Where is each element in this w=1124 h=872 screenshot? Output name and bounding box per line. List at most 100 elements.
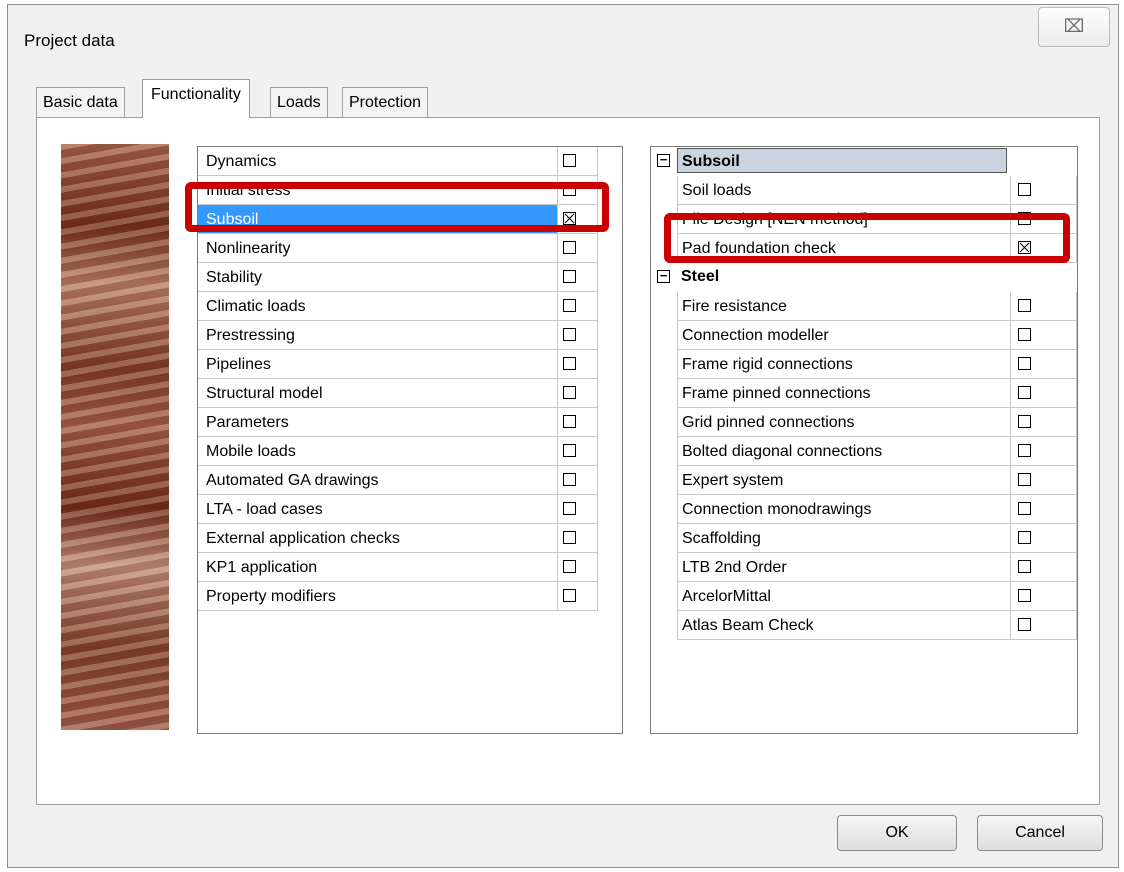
checkbox-cell — [1011, 292, 1077, 321]
unchecked-box-icon[interactable] — [1018, 473, 1031, 486]
list-item-structural-model[interactable]: Structural model — [198, 379, 622, 408]
tree-group-title: Subsoil — [677, 148, 1007, 173]
unchecked-box-icon[interactable] — [563, 154, 576, 167]
tree-group-subsoil[interactable]: − Subsoil — [651, 147, 1077, 176]
checkbox-cell — [558, 408, 598, 437]
unchecked-box-icon[interactable] — [1018, 357, 1031, 370]
close-icon: ⌧ — [1063, 16, 1085, 36]
tree-item-arcelormittal[interactable]: ArcelorMittal — [651, 582, 1077, 611]
tab-loads[interactable]: Loads — [270, 87, 328, 117]
checkbox-cell — [558, 379, 598, 408]
tree-group-steel[interactable]: − Steel — [651, 263, 1077, 292]
list-item-label: Property modifiers — [198, 582, 558, 611]
list-item-label: Stability — [198, 263, 558, 292]
unchecked-box-icon[interactable] — [1018, 560, 1031, 573]
checkbox-cell — [1011, 437, 1077, 466]
list-item-prestressing[interactable]: Prestressing — [198, 321, 622, 350]
highlight-pad-foundation — [664, 213, 1070, 263]
unchecked-box-icon[interactable] — [1018, 531, 1031, 544]
list-item-mobile-loads[interactable]: Mobile loads — [198, 437, 622, 466]
list-item-label: Automated GA drawings — [198, 466, 558, 495]
tree-item-label: Fire resistance — [677, 292, 1011, 321]
list-item-label: Dynamics — [198, 147, 558, 176]
checkbox-cell — [1011, 524, 1077, 553]
list-item-nonlinearity[interactable]: Nonlinearity — [198, 234, 622, 263]
checkbox-cell — [558, 234, 598, 263]
tree-item-connection-modeller[interactable]: Connection modeller — [651, 321, 1077, 350]
list-item-climatic-loads[interactable]: Climatic loads — [198, 292, 622, 321]
list-item-kp1-application[interactable]: KP1 application — [198, 553, 622, 582]
tree-item-grid-pinned-connections[interactable]: Grid pinned connections — [651, 408, 1077, 437]
cancel-button[interactable]: Cancel — [977, 815, 1103, 851]
unchecked-box-icon[interactable] — [1018, 618, 1031, 631]
unchecked-box-icon[interactable] — [563, 328, 576, 341]
tab-basic-data[interactable]: Basic data — [36, 87, 125, 117]
tree-item-ltb-2nd-order[interactable]: LTB 2nd Order — [651, 553, 1077, 582]
collapse-icon[interactable]: − — [657, 269, 670, 283]
unchecked-box-icon[interactable] — [563, 386, 576, 399]
unchecked-box-icon[interactable] — [563, 241, 576, 254]
tree-item-label: Expert system — [677, 466, 1011, 495]
list-item-label: Prestressing — [198, 321, 558, 350]
tree-item-fire-resistance[interactable]: Fire resistance — [651, 292, 1077, 321]
list-item-automated-ga-drawings[interactable]: Automated GA drawings — [198, 466, 622, 495]
tree-item-bolted-diagonal-connections[interactable]: Bolted diagonal connections — [651, 437, 1077, 466]
tab-functionality[interactable]: Functionality — [142, 79, 250, 118]
tree-item-label: Frame pinned connections — [677, 379, 1011, 408]
unchecked-box-icon[interactable] — [1018, 444, 1031, 457]
unchecked-box-icon[interactable] — [563, 473, 576, 486]
list-item-label: Nonlinearity — [198, 234, 558, 263]
unchecked-box-icon[interactable] — [563, 560, 576, 573]
ok-button[interactable]: OK — [837, 815, 957, 851]
list-item-external-application-checks[interactable]: External application checks — [198, 524, 622, 553]
list-item-pipelines[interactable]: Pipelines — [198, 350, 622, 379]
list-item-label: LTA - load cases — [198, 495, 558, 524]
unchecked-box-icon[interactable] — [563, 502, 576, 515]
highlight-subsoil — [185, 182, 609, 232]
list-item-label: Pipelines — [198, 350, 558, 379]
list-item-stability[interactable]: Stability — [198, 263, 622, 292]
tree-item-scaffolding[interactable]: Scaffolding — [651, 524, 1077, 553]
list-item-property-modifiers[interactable]: Property modifiers — [198, 582, 622, 611]
unchecked-box-icon[interactable] — [1018, 589, 1031, 602]
tree-item-label: Scaffolding — [677, 524, 1011, 553]
tree-item-soil-loads[interactable]: Soil loads — [651, 176, 1077, 205]
unchecked-box-icon[interactable] — [563, 589, 576, 602]
list-item-lta-load-cases[interactable]: LTA - load cases — [198, 495, 622, 524]
project-data-dialog: Project data ⌧ Basic data Functionality … — [7, 4, 1119, 868]
tree-item-frame-rigid-connections[interactable]: Frame rigid connections — [651, 350, 1077, 379]
tree-item-label: Grid pinned connections — [677, 408, 1011, 437]
tree-item-label: Soil loads — [677, 176, 1011, 205]
tree-item-label: Atlas Beam Check — [677, 611, 1011, 640]
checkbox-cell — [1011, 611, 1077, 640]
unchecked-box-icon[interactable] — [563, 299, 576, 312]
unchecked-box-icon[interactable] — [563, 357, 576, 370]
checkbox-cell — [558, 147, 598, 176]
unchecked-box-icon[interactable] — [563, 444, 576, 457]
unchecked-box-icon[interactable] — [563, 531, 576, 544]
tree-item-atlas-beam-check[interactable]: Atlas Beam Check — [651, 611, 1077, 640]
checkbox-cell — [1011, 350, 1077, 379]
unchecked-box-icon[interactable] — [1018, 415, 1031, 428]
tree-item-expert-system[interactable]: Expert system — [651, 466, 1077, 495]
list-item-parameters[interactable]: Parameters — [198, 408, 622, 437]
list-item-label: KP1 application — [198, 553, 558, 582]
close-button[interactable]: ⌧ — [1038, 7, 1110, 47]
tree-item-frame-pinned-connections[interactable]: Frame pinned connections — [651, 379, 1077, 408]
unchecked-box-icon[interactable] — [1018, 502, 1031, 515]
unchecked-box-icon[interactable] — [1018, 328, 1031, 341]
checkbox-cell — [1011, 582, 1077, 611]
unchecked-box-icon[interactable] — [1018, 386, 1031, 399]
tree-item-label: Connection monodrawings — [677, 495, 1011, 524]
collapse-icon[interactable]: − — [657, 153, 670, 167]
tab-protection[interactable]: Protection — [342, 87, 429, 117]
list-item-label: Mobile loads — [198, 437, 558, 466]
unchecked-box-icon[interactable] — [563, 270, 576, 283]
unchecked-box-icon[interactable] — [1018, 183, 1031, 196]
tree-item-connection-monodrawings[interactable]: Connection monodrawings — [651, 495, 1077, 524]
unchecked-box-icon[interactable] — [563, 415, 576, 428]
list-item-dynamics[interactable]: Dynamics — [198, 147, 622, 176]
checkbox-cell — [558, 350, 598, 379]
tree-item-label: Frame rigid connections — [677, 350, 1011, 379]
unchecked-box-icon[interactable] — [1018, 299, 1031, 312]
